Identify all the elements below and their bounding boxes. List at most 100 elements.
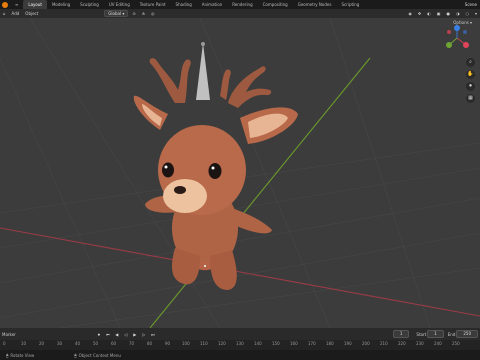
pivot-icon[interactable]: ⊙ [129, 9, 138, 18]
ruler-tick: 230 [416, 341, 424, 346]
perspective-grid-icon[interactable]: ▦ [466, 94, 475, 103]
left-eye-highlight [164, 165, 168, 169]
timeline-header: Marker ⏺ ⏮ ◀ ◁ ▶ ▷ ⏭ 1 Start 1 End 250 [0, 328, 480, 340]
ruler-tick: 10 [21, 341, 27, 346]
ruler-tick: 170 [308, 341, 316, 346]
tab-animation[interactable]: Animation [197, 0, 227, 9]
view-menu-icon[interactable]: ⌂ [0, 9, 9, 18]
mouse-hint-icon: 🖱 [74, 352, 77, 358]
record-icon[interactable]: ⏺ [96, 332, 102, 337]
ruler-tick: 20 [39, 341, 45, 346]
ruler-tick: 240 [434, 341, 442, 346]
cone-tip [201, 42, 205, 46]
ruler-tick: 50 [93, 341, 99, 346]
ruler-tick: 180 [326, 341, 334, 346]
playback-controls: ⏺ ⏮ ◀ ◁ ▶ ▷ ⏭ [96, 332, 156, 337]
scene-selector[interactable]: Scene [465, 0, 477, 9]
gizmo-y-icon[interactable] [446, 42, 452, 48]
shading-menu-icon[interactable]: ▾ [472, 9, 480, 18]
tab-uv-editing[interactable]: UV Editing [104, 0, 135, 9]
ruler-tick: 220 [398, 341, 406, 346]
tab-compositing[interactable]: Compositing [258, 0, 293, 9]
end-frame-label: End [447, 331, 456, 337]
right-leg [210, 250, 237, 290]
antlers [149, 58, 272, 108]
navigation-gizmo[interactable] [446, 25, 469, 48]
ruler-tick: 200 [362, 341, 370, 346]
menu-add[interactable]: Add [9, 9, 23, 18]
ruler-tick: 0 [3, 341, 6, 346]
jump-end-icon[interactable]: ⏭ [150, 332, 156, 337]
tab-modeling[interactable]: Modeling [47, 0, 75, 9]
camera-icon[interactable]: ⏺ [466, 82, 475, 91]
ruler-tick: 70 [129, 341, 135, 346]
xray-icon[interactable]: ▣ [434, 9, 444, 18]
gizmo-neg-z-icon[interactable] [463, 30, 467, 34]
tab-layout[interactable]: Layout [23, 0, 47, 9]
zoom-icon[interactable]: ⌕ [466, 58, 475, 67]
workspace-tabs-bar: ≡ Layout Modeling Sculpting UV Editing T… [0, 0, 480, 9]
pan-hand-icon[interactable]: ✋ [466, 70, 475, 79]
snap-icon[interactable]: ⋔ [139, 9, 148, 18]
tab-texture-paint[interactable]: Texture Paint [135, 0, 171, 9]
right-arm [232, 208, 272, 234]
next-key-icon[interactable]: ▷ [141, 332, 147, 337]
viewport-scene [0, 18, 480, 328]
deer-nose [174, 186, 186, 194]
ruler-tick: 150 [272, 341, 280, 346]
tab-rendering[interactable]: Rendering [227, 0, 257, 9]
transform-orientation-select[interactable]: Global ▾ [104, 10, 129, 17]
gizmo-x-icon[interactable] [463, 42, 469, 48]
ruler-tick: 60 [111, 341, 117, 346]
ruler-tick: 140 [254, 341, 262, 346]
ruler-tick: 210 [380, 341, 388, 346]
timeline-ruler[interactable]: 0 10 20 30 40 50 60 70 80 90 100 110 120… [0, 340, 480, 350]
status-right-hint: Object Context Menu [78, 352, 121, 358]
visibility-icon[interactable]: ◉ [405, 9, 415, 18]
options-dropdown[interactable]: Options ▾ [453, 20, 472, 25]
overlays-icon[interactable]: ◐ [424, 9, 434, 18]
proportional-edit-icon[interactable]: ◎ [148, 9, 158, 18]
menu-object[interactable]: Object [22, 9, 41, 18]
tab-scripting[interactable]: Scripting [336, 0, 364, 9]
ruler-tick: 110 [200, 341, 208, 346]
prev-key-icon[interactable]: ◀ [114, 332, 120, 337]
ruler-tick: 80 [147, 341, 153, 346]
deer-muzzle [163, 179, 207, 213]
3d-viewport[interactable]: Options ▾ ⌕ ✋ ⏺ ▦ [0, 18, 480, 328]
gizmo-neg-x-icon[interactable] [447, 30, 451, 34]
mouse-hint-icon: 🖱 [6, 352, 9, 358]
gizmo-z-icon[interactable] [454, 25, 460, 31]
ruler-tick: 190 [344, 341, 352, 346]
ruler-tick: 250 [452, 341, 460, 346]
gizmo-toggle-icon[interactable]: ✥ [415, 9, 424, 18]
play-reverse-icon[interactable]: ◁ [123, 332, 129, 337]
timeline-marker-menu[interactable]: Marker [2, 332, 16, 337]
tab-geometry-nodes[interactable]: Geometry Nodes [293, 0, 337, 9]
jump-start-icon[interactable]: ⏮ [105, 332, 111, 337]
shading-material-icon[interactable]: ◑ [453, 9, 463, 18]
blender-logo-icon[interactable] [2, 1, 8, 8]
ruler-tick: 100 [182, 341, 190, 346]
options-label: Options [453, 20, 469, 25]
start-frame-field[interactable]: 1 [427, 330, 444, 338]
tab-shading[interactable]: Shading [171, 0, 197, 9]
transform-orientation-value: Global [108, 11, 122, 16]
ruler-tick: 30 [57, 341, 63, 346]
object-origin [204, 265, 206, 267]
play-icon[interactable]: ▶ [132, 332, 138, 337]
tab-sculpting[interactable]: Sculpting [75, 0, 104, 9]
right-eye-highlight [211, 166, 215, 170]
status-bar: 🖱 Rotate View 🖱 Object Context Menu [0, 350, 480, 360]
right-eye [208, 163, 222, 179]
viewport-header: ⌂ Add Object Global ▾ ⊙ ⋔ ◎ ◉ ✥ ◐ ▣ ● ◑ … [0, 9, 480, 18]
x-axis-line [0, 227, 480, 317]
menu-file[interactable]: ≡ [10, 0, 23, 9]
shading-solid-icon[interactable]: ● [443, 9, 453, 18]
shading-rendered-icon[interactable]: ○ [462, 9, 472, 18]
end-frame-field[interactable]: 250 [456, 330, 478, 338]
ruler-tick: 40 [75, 341, 81, 346]
current-frame-field[interactable]: 1 [392, 330, 410, 338]
deer-model[interactable] [133, 42, 298, 290]
ruler-tick: 160 [290, 341, 298, 346]
